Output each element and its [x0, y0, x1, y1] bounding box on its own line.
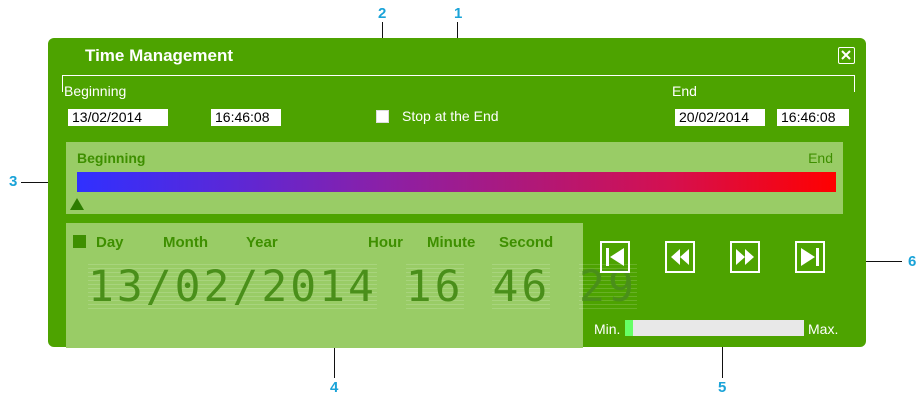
speed-slider-handle[interactable]: [625, 320, 633, 336]
callout-5: 5: [718, 379, 727, 396]
timeline-beginning-label: Beginning: [77, 150, 146, 166]
timeline-cursor[interactable]: [70, 198, 84, 210]
stop-at-end-label: Stop at the End: [402, 108, 499, 124]
timeline-panel: Beginning End: [66, 142, 843, 214]
timeline-end-label: End: [808, 150, 833, 166]
go-to-end-icon: [801, 248, 819, 266]
day-label: Day: [96, 234, 124, 251]
callout-4: 4: [330, 379, 339, 396]
callout-6: 6: [908, 253, 917, 270]
timeline-bar[interactable]: [77, 172, 836, 192]
callout-3: 3: [9, 173, 18, 190]
go-to-start-button[interactable]: [600, 241, 630, 273]
minute-label: Minute: [427, 234, 476, 251]
begin-time-field[interactable]: 16:46:08: [211, 109, 281, 126]
time-management-window: Time Management Beginning 13/02/2014 16:…: [48, 38, 866, 348]
date-readout: 13/02/2014 16 46 29: [88, 262, 637, 312]
close-button[interactable]: [838, 47, 855, 64]
stop-at-end-checkbox[interactable]: [376, 110, 389, 123]
range-bracket: [62, 75, 855, 92]
window-title: Time Management: [85, 46, 234, 65]
speed-min-label: Min.: [594, 321, 621, 337]
end-time-field[interactable]: 16:46:08: [777, 109, 849, 126]
callout-1: 1: [454, 5, 463, 22]
rewind-icon: [671, 249, 689, 265]
close-icon: [841, 50, 851, 60]
hour-digits: 16: [405, 262, 464, 312]
speed-slider[interactable]: [625, 320, 804, 336]
hour-label: Hour: [368, 234, 403, 251]
go-to-end-button[interactable]: [795, 241, 825, 273]
end-label: End: [672, 83, 697, 99]
fast-forward-icon: [736, 249, 754, 265]
go-to-start-icon: [606, 248, 624, 266]
display-indicator: [73, 235, 86, 248]
speed-max-label: Max.: [808, 321, 839, 337]
month-label: Month: [163, 234, 208, 251]
year-label: Year: [246, 234, 278, 251]
callout-2: 2: [378, 5, 387, 22]
beginning-label: Beginning: [64, 83, 127, 99]
rewind-button[interactable]: [665, 241, 695, 273]
second-label: Second: [499, 234, 554, 251]
begin-date-field[interactable]: 13/02/2014: [68, 109, 168, 126]
minute-digits: 46: [492, 262, 551, 312]
date-digits: 13/02/2014: [88, 262, 377, 312]
fast-forward-button[interactable]: [730, 241, 760, 273]
date-display-panel: Day Month Year Hour Minute Second 13/02/…: [66, 223, 637, 348]
end-date-field[interactable]: 20/02/2014: [675, 109, 765, 126]
